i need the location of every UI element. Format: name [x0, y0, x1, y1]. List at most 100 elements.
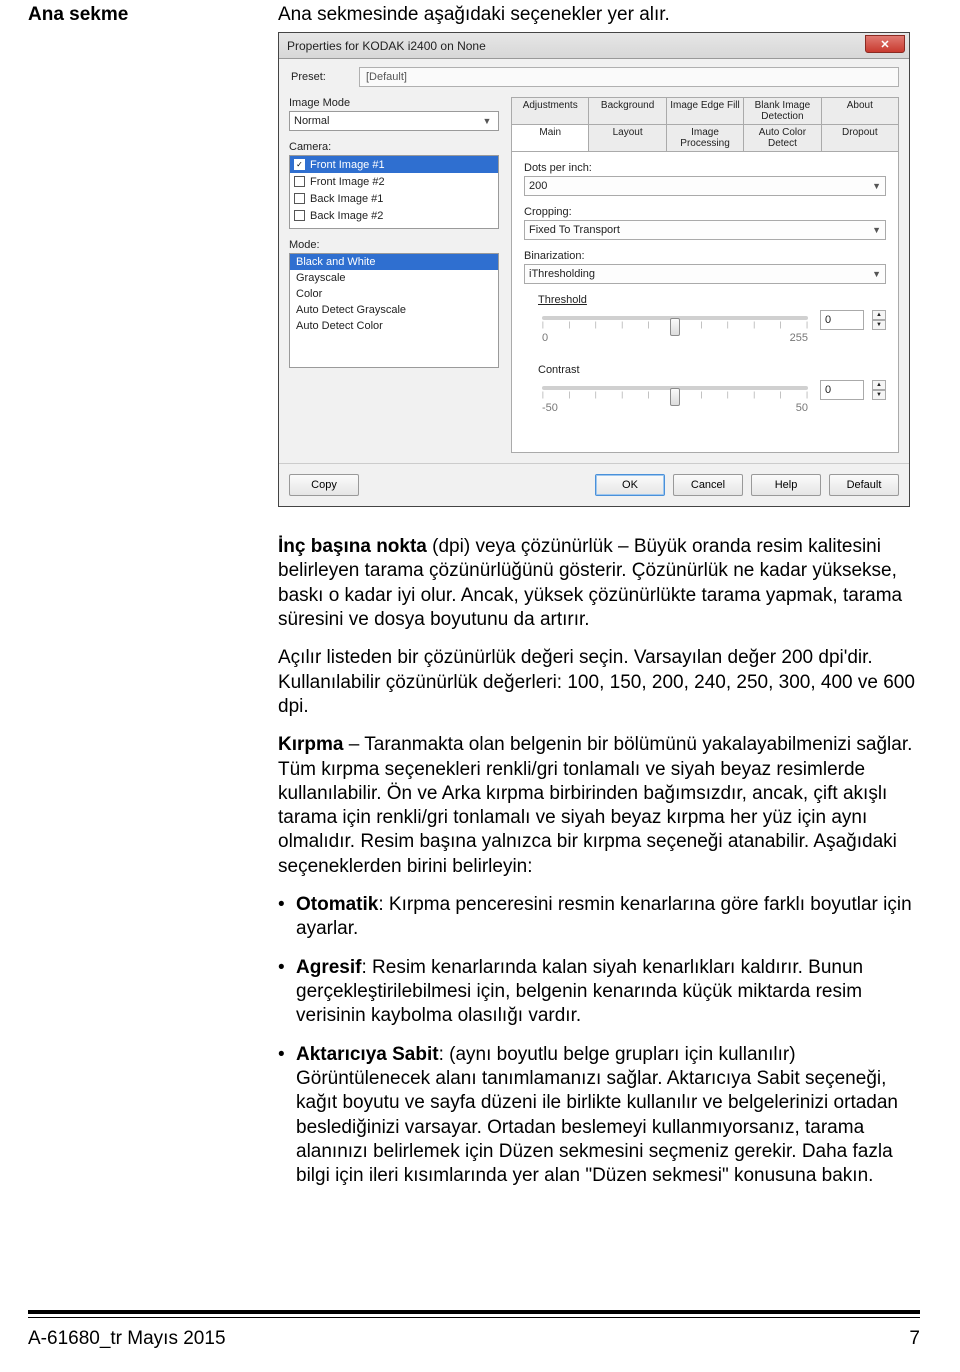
page-number: 7	[909, 1328, 920, 1350]
text: : Resim kenarlarında kalan siyah kenarlı…	[296, 957, 863, 1027]
checkbox-icon[interactable]	[294, 210, 305, 221]
list-item[interactable]: Auto Detect Color	[290, 318, 498, 334]
image-mode-label: Image Mode	[289, 97, 499, 109]
help-button[interactable]: Help	[751, 474, 821, 496]
footer-left: A-61680_tr Mayıs 2015	[28, 1328, 226, 1350]
slider-thumb[interactable]	[670, 388, 680, 406]
chevron-down-icon: ▼	[480, 114, 494, 128]
threshold-label: Threshold	[538, 294, 886, 306]
tab-image-processing[interactable]: Image Processing	[666, 124, 743, 151]
paragraph: Kırpma – Taranmakta olan belgenin bir bö…	[278, 733, 920, 879]
list-item-label: Front Image #2	[310, 176, 385, 188]
binarization-value: iThresholding	[529, 268, 595, 280]
spin-up-icon[interactable]: ▲	[872, 310, 886, 320]
contrast-min: -50	[542, 402, 558, 414]
list-item: Otomatik: Kırpma penceresini resmin kena…	[278, 893, 920, 942]
spin-up-icon[interactable]: ▲	[872, 380, 886, 390]
contrast-label: Contrast	[538, 364, 886, 376]
chevron-down-icon: ▼	[872, 269, 881, 279]
tab-about[interactable]: About	[821, 97, 899, 124]
list-item-label: Color	[296, 288, 322, 300]
list-item[interactable]: Black and White	[290, 254, 498, 270]
term: Kırpma	[278, 734, 343, 755]
term: Agresif	[296, 957, 361, 978]
list-item[interactable]: Back Image #2	[290, 207, 498, 224]
chevron-down-icon: ▼	[872, 181, 881, 191]
term: İnç başına nokta	[278, 536, 427, 557]
list-item[interactable]: ✓ Front Image #1	[290, 156, 498, 173]
ok-button[interactable]: OK	[595, 474, 665, 496]
list-item-label: Front Image #1	[310, 159, 385, 171]
close-icon[interactable]: ✕	[865, 35, 905, 53]
list-item-label: Back Image #2	[310, 210, 383, 222]
section-heading: Ana sekme	[28, 4, 278, 26]
preset-label: Preset:	[291, 71, 351, 83]
text: : (aynı boyutlu belge grupları için kull…	[296, 1044, 898, 1187]
paragraph: İnç başına nokta (dpi) veya çözünürlük –…	[278, 535, 920, 632]
list-item: Aktarıcıya Sabit: (aynı boyutlu belge gr…	[278, 1043, 920, 1189]
tab-blank-image-detection[interactable]: Blank Image Detection	[743, 97, 820, 124]
image-mode-value: Normal	[294, 115, 329, 127]
camera-label: Camera:	[289, 141, 499, 153]
spin-down-icon[interactable]: ▼	[872, 320, 886, 330]
contrast-max: 50	[796, 402, 808, 414]
preset-input[interactable]	[359, 67, 899, 87]
checkbox-icon[interactable]	[294, 176, 305, 187]
term: Aktarıcıya Sabit	[296, 1044, 439, 1065]
dpi-label: Dots per inch:	[524, 162, 886, 174]
default-button[interactable]: Default	[829, 474, 899, 496]
properties-dialog: Properties for KODAK i2400 on None ✕ Pre…	[278, 32, 910, 507]
tab-auto-color-detect[interactable]: Auto Color Detect	[743, 124, 820, 151]
list-item[interactable]: Color	[290, 286, 498, 302]
contrast-slider[interactable]	[542, 386, 808, 390]
tab-main[interactable]: Main	[511, 124, 588, 151]
list-item[interactable]: Auto Detect Grayscale	[290, 302, 498, 318]
page-footer: A-61680_tr Mayıs 2015 7	[28, 1310, 920, 1350]
tab-adjustments[interactable]: Adjustments	[511, 97, 588, 124]
chevron-down-icon: ▼	[872, 225, 881, 235]
list-item-label: Grayscale	[296, 272, 346, 284]
threshold-value-box[interactable]: 0	[820, 310, 864, 330]
mode-listbox[interactable]: Black and White Grayscale Color Auto Det…	[289, 253, 499, 368]
checkbox-icon[interactable]: ✓	[294, 159, 305, 170]
list-item-label: Auto Detect Color	[296, 320, 383, 332]
tab-dropout[interactable]: Dropout	[821, 124, 899, 151]
text: : Kırpma penceresini resmin kenarlarına …	[296, 894, 912, 939]
list-item-label: Auto Detect Grayscale	[296, 304, 406, 316]
cropping-value: Fixed To Transport	[529, 224, 620, 236]
binarization-dropdown[interactable]: iThresholding ▼	[524, 264, 886, 284]
binarization-label: Binarization:	[524, 250, 886, 262]
camera-listbox[interactable]: ✓ Front Image #1 Front Image #2 Back Ima	[289, 155, 499, 229]
threshold-min: 0	[542, 332, 548, 344]
paragraph: Açılır listeden bir çözünürlük değeri se…	[278, 646, 920, 719]
list-item[interactable]: Grayscale	[290, 270, 498, 286]
list-item-label: Black and White	[296, 256, 375, 268]
list-item[interactable]: Back Image #1	[290, 190, 498, 207]
text: – Taranmakta olan belgenin bir bölümünü …	[278, 734, 912, 877]
mode-label: Mode:	[289, 239, 499, 251]
dialog-titlebar[interactable]: Properties for KODAK i2400 on None ✕	[279, 33, 909, 59]
cropping-dropdown[interactable]: Fixed To Transport ▼	[524, 220, 886, 240]
threshold-max: 255	[790, 332, 808, 344]
cropping-label: Cropping:	[524, 206, 886, 218]
list-item: Agresif: Resim kenarlarında kalan siyah …	[278, 956, 920, 1029]
contrast-value-box[interactable]: 0	[820, 380, 864, 400]
spin-down-icon[interactable]: ▼	[872, 390, 886, 400]
list-item[interactable]: Front Image #2	[290, 173, 498, 190]
tab-background[interactable]: Background	[588, 97, 665, 124]
dialog-title: Properties for KODAK i2400 on None	[287, 39, 865, 53]
checkbox-icon[interactable]	[294, 193, 305, 204]
threshold-slider[interactable]	[542, 316, 808, 320]
term: Otomatik	[296, 894, 378, 915]
slider-thumb[interactable]	[670, 318, 680, 336]
tab-layout[interactable]: Layout	[588, 124, 665, 151]
cancel-button[interactable]: Cancel	[673, 474, 743, 496]
body-text: İnç başına nokta (dpi) veya çözünürlük –…	[278, 535, 920, 1189]
list-item-label: Back Image #1	[310, 193, 383, 205]
dpi-value: 200	[529, 180, 547, 192]
intro-text: Ana sekmesinde aşağıdaki seçenekler yer …	[278, 4, 920, 26]
copy-button[interactable]: Copy	[289, 474, 359, 496]
dpi-dropdown[interactable]: 200 ▼	[524, 176, 886, 196]
tab-image-edge-fill[interactable]: Image Edge Fill	[666, 97, 743, 124]
image-mode-dropdown[interactable]: Normal ▼	[289, 111, 499, 131]
